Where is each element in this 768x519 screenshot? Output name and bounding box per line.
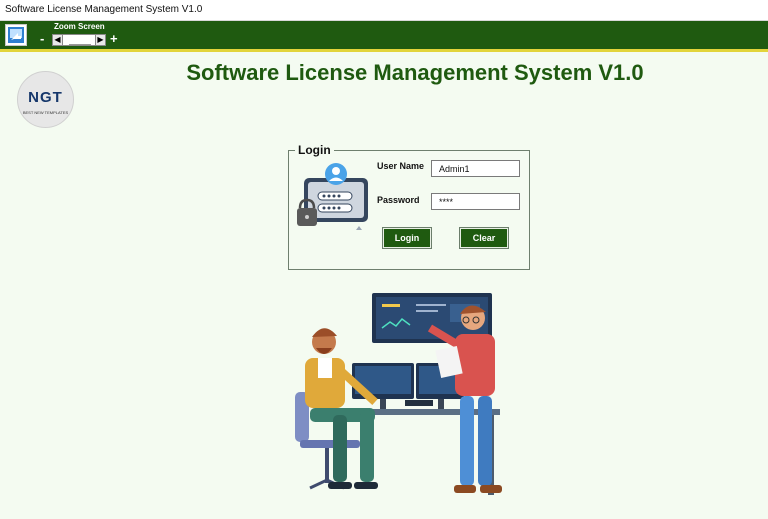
logo-letters: NGT: [28, 89, 63, 106]
page-title: Software License Management System V1.0: [186, 60, 644, 85]
username-input[interactable]: [431, 160, 520, 177]
zoom-in-button[interactable]: +: [110, 31, 118, 46]
logo-subtitle: BEST NEW TEMPLATES: [22, 110, 69, 115]
password-input[interactable]: [431, 193, 520, 210]
slider-thumb[interactable]: [69, 36, 91, 45]
team-computer-illustration: [295, 293, 502, 495]
login-legend: Login: [295, 143, 334, 157]
password-label: Password: [377, 195, 420, 205]
toolbar: Zoom Screen - ◀ ▶ +: [0, 21, 768, 49]
user-lock-icon: [297, 163, 368, 230]
slider-left-arrow-icon[interactable]: ◀: [53, 35, 63, 45]
slider-right-arrow-icon[interactable]: ▶: [95, 35, 105, 45]
clear-button[interactable]: Clear: [460, 228, 508, 248]
zoom-label: Zoom Screen: [54, 22, 105, 31]
app-icon-glyph: [8, 27, 24, 43]
zoom-out-button[interactable]: -: [40, 31, 44, 46]
app-icon[interactable]: [5, 24, 27, 46]
toolbar-accent-strip: [0, 49, 768, 52]
username-label: User Name: [377, 161, 425, 171]
window-title: Software License Management System V1.0: [5, 4, 203, 15]
login-button[interactable]: Login: [383, 228, 431, 248]
zoom-slider[interactable]: ◀ ▶: [52, 34, 106, 46]
ngt-logo: NGT BEST NEW TEMPLATES: [17, 71, 74, 128]
window-titlebar: Software License Management System V1.0: [0, 0, 768, 21]
bottom-edge: [0, 512, 768, 519]
